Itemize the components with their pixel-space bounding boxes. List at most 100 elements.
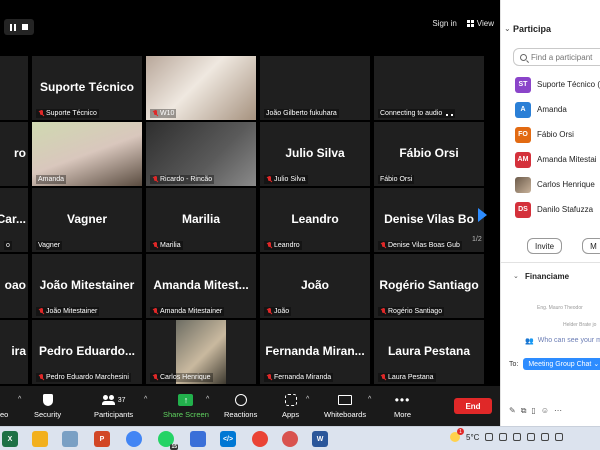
tray-icon[interactable] [499,433,508,441]
video-tile[interactable]: Fábio Orsi Fábio Orsi [374,122,484,186]
video-tile[interactable]: Marilia Marilia [146,188,256,252]
video-tile[interactable] [0,56,28,120]
chrome-icon[interactable] [252,431,268,447]
video-tile[interactable]: Connecting to audio [374,56,484,120]
panel-collapse-chevron-icon[interactable]: ⌄ [504,24,511,33]
video-tile[interactable]: Amanda [32,122,142,186]
video-tile[interactable]: Pedro Eduardo... Pedro Eduardo Marchesini [32,320,142,384]
whiteboards-button[interactable]: Whiteboards [324,392,366,419]
chrome-icon[interactable] [126,431,142,447]
participant-label-text: Julio Silva [274,176,306,183]
video-tile[interactable]: ira [0,320,28,384]
vscode-icon[interactable]: </> [220,431,236,447]
next-page-arrow-icon[interactable] [475,205,489,225]
participant-name: Suporte Técnico [39,80,134,94]
word-icon[interactable]: W [312,431,328,447]
participant-row[interactable]: A Amanda [515,97,600,122]
video-tile[interactable]: ro [0,122,28,186]
muted-mic-icon [152,242,158,249]
more-button[interactable]: ••• More [394,392,411,419]
participant-name: Leandro [291,212,339,226]
apps-caret-icon[interactable]: ^ [306,396,309,403]
tray-icon[interactable] [485,433,494,441]
sign-in-link[interactable]: Sign in [432,19,456,28]
video-tile[interactable]: João Mitestainer João Mitestainer [32,254,142,318]
participant-label-text: João Gilberto fukuhara [266,110,337,117]
participant-name: Car... [0,212,26,226]
video-tile[interactable]: Leandro Leandro [260,188,370,252]
video-tile[interactable]: Carlos Henrique [146,320,256,384]
chat-toolbar: ✎ ⧉ ▯ ☺ ⋯ [509,406,562,416]
who-can-see-label: Who can see your m [537,337,600,344]
invite-button[interactable]: Invite [527,238,563,254]
weather-badge: 1 [457,428,464,435]
participants-caret-icon[interactable]: ^ [144,396,147,403]
video-tile[interactable]: Julio Silva Julio Silva [260,122,370,186]
view-button[interactable]: View [466,19,494,28]
participant-name: Fábio Orsi [399,146,459,160]
chat-collapse-chevron-icon[interactable]: ⌄ [513,272,519,280]
participant-row[interactable]: FO Fábio Orsi [515,122,600,147]
video-tile[interactable]: oao [0,254,28,318]
chat-recipient-dropdown[interactable]: Meeting Group Chat ⌄ [523,358,600,370]
video-tile[interactable]: Car... o [0,188,28,252]
video-tile[interactable]: João Gilberto fukuhara [260,56,370,120]
share-screen-button[interactable]: ↑ Share Screen [163,392,209,419]
participant-name: Amanda Mitest... [153,278,249,292]
video-tile[interactable]: Ricardo - Rincão [146,122,256,186]
emoji-icon[interactable]: ☺ [541,406,549,416]
participant-search-input[interactable] [531,52,600,62]
muted-mic-icon [152,308,158,315]
security-button[interactable]: Security [34,392,61,419]
battery-icon[interactable] [541,433,550,441]
video-tile[interactable]: Rogério Santiago Rogério Santiago [374,254,484,318]
video-tile[interactable]: Suporte Técnico Suporte Técnico [32,56,142,120]
participant-label: João Gilberto fukuhara [264,109,339,118]
muted-mic-icon [380,308,386,315]
participant-row[interactable]: AM Amanda Mitestai [515,147,600,172]
video-tile[interactable]: Denise Vilas Bo Denise Vilas Boas Gub [374,188,484,252]
whatsapp-icon[interactable]: 15 [158,431,178,450]
volume-icon[interactable] [527,433,536,441]
powerpoint-icon[interactable]: P [94,431,110,447]
stop-icon[interactable] [22,24,28,30]
participant-row[interactable]: Carlos Henrique [515,172,600,197]
participant-name: Marilia [181,212,220,226]
pause-icon[interactable] [10,23,16,31]
video-tile[interactable]: Laura Pestana Laura Pestana [374,320,484,384]
reactions-button[interactable]: Reactions [224,392,257,419]
weather-icon[interactable]: 1 [450,428,464,442]
participant-row[interactable]: DS Danilo Stafuzza [515,197,600,222]
file-icon[interactable]: ▯ [531,406,535,416]
video-caret-icon[interactable]: ^ [18,396,21,403]
format-icon[interactable]: ✎ [509,406,516,416]
who-can-see-link[interactable]: 👥 Who can see your m [525,337,600,345]
more-options-icon[interactable]: ⋯ [554,406,562,416]
wifi-icon[interactable] [513,433,522,441]
whiteboards-caret-icon[interactable]: ^ [368,396,371,403]
avatar: ST [515,76,531,93]
participant-row[interactable]: ST Suporte Técnico ( [515,72,600,97]
notification-icon[interactable] [555,433,564,441]
video-tile[interactable]: W10 [146,56,256,120]
participant-search[interactable] [513,48,600,66]
video-tile[interactable]: Amanda Mitest... Amanda Mitestainer [146,254,256,318]
app-icon[interactable] [190,431,206,447]
video-tile[interactable]: João João [260,254,370,318]
participant-label: Amanda [36,175,67,184]
recording-controls[interactable] [4,19,34,35]
app-icon[interactable] [62,431,78,447]
video-tile[interactable]: Fernanda Miran... Fernanda Miranda [260,320,370,384]
share-caret-icon[interactable]: ^ [206,396,209,403]
file-explorer-icon[interactable] [32,431,48,447]
excel-icon[interactable]: X [2,431,18,447]
participants-button[interactable]: 37 Participants [94,392,133,419]
apps-button[interactable]: Apps [282,392,299,419]
video-button[interactable]: eo [0,392,8,419]
chrome-icon[interactable] [282,431,298,447]
screenshot-icon[interactable]: ⧉ [521,406,527,416]
mute-all-button[interactable]: M [582,238,600,254]
participant-label-text: Laura Pestana [388,374,434,381]
end-meeting-button[interactable]: End [454,398,492,414]
video-tile[interactable]: Vagner Vagner [32,188,142,252]
